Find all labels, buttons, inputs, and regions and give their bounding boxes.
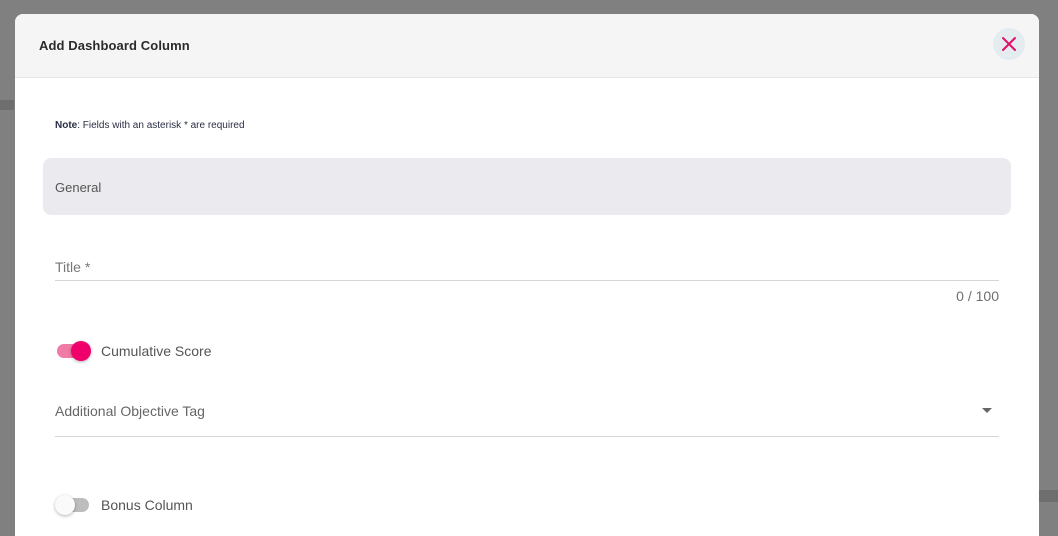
dialog-header: Add Dashboard Column — [15, 14, 1039, 78]
background-fragment — [0, 100, 14, 110]
close-icon — [1002, 37, 1016, 51]
note-label: Note — [55, 120, 78, 131]
bonus-column-label: Bonus Column — [101, 497, 193, 513]
toggle-thumb — [71, 341, 91, 361]
toggle-thumb — [55, 495, 75, 515]
title-character-counter: 0 / 100 — [956, 288, 999, 304]
note-text: : Fields with an asterisk * are required — [77, 120, 245, 131]
cumulative-score-row: Cumulative Score — [55, 339, 212, 363]
bonus-column-row: Bonus Column — [55, 493, 193, 517]
background-fragment — [1038, 490, 1058, 502]
close-button[interactable] — [993, 28, 1025, 60]
select-placeholder: Additional Objective Tag — [55, 403, 205, 419]
dialog-title: Add Dashboard Column — [39, 38, 190, 53]
bonus-column-toggle[interactable] — [55, 495, 91, 515]
chevron-down-icon — [982, 408, 992, 413]
required-fields-note: Note: Fields with an asterisk * are requ… — [55, 120, 245, 131]
cumulative-score-toggle[interactable] — [55, 341, 91, 361]
cumulative-score-label: Cumulative Score — [101, 343, 212, 359]
section-header-general[interactable]: General — [43, 158, 1011, 215]
additional-objective-tag-select[interactable]: Additional Objective Tag — [55, 400, 999, 437]
title-input[interactable] — [55, 254, 999, 280]
add-dashboard-column-dialog: Add Dashboard Column Note: Fields with a… — [15, 14, 1039, 536]
title-field[interactable] — [55, 254, 999, 281]
section-label: General — [55, 180, 102, 195]
